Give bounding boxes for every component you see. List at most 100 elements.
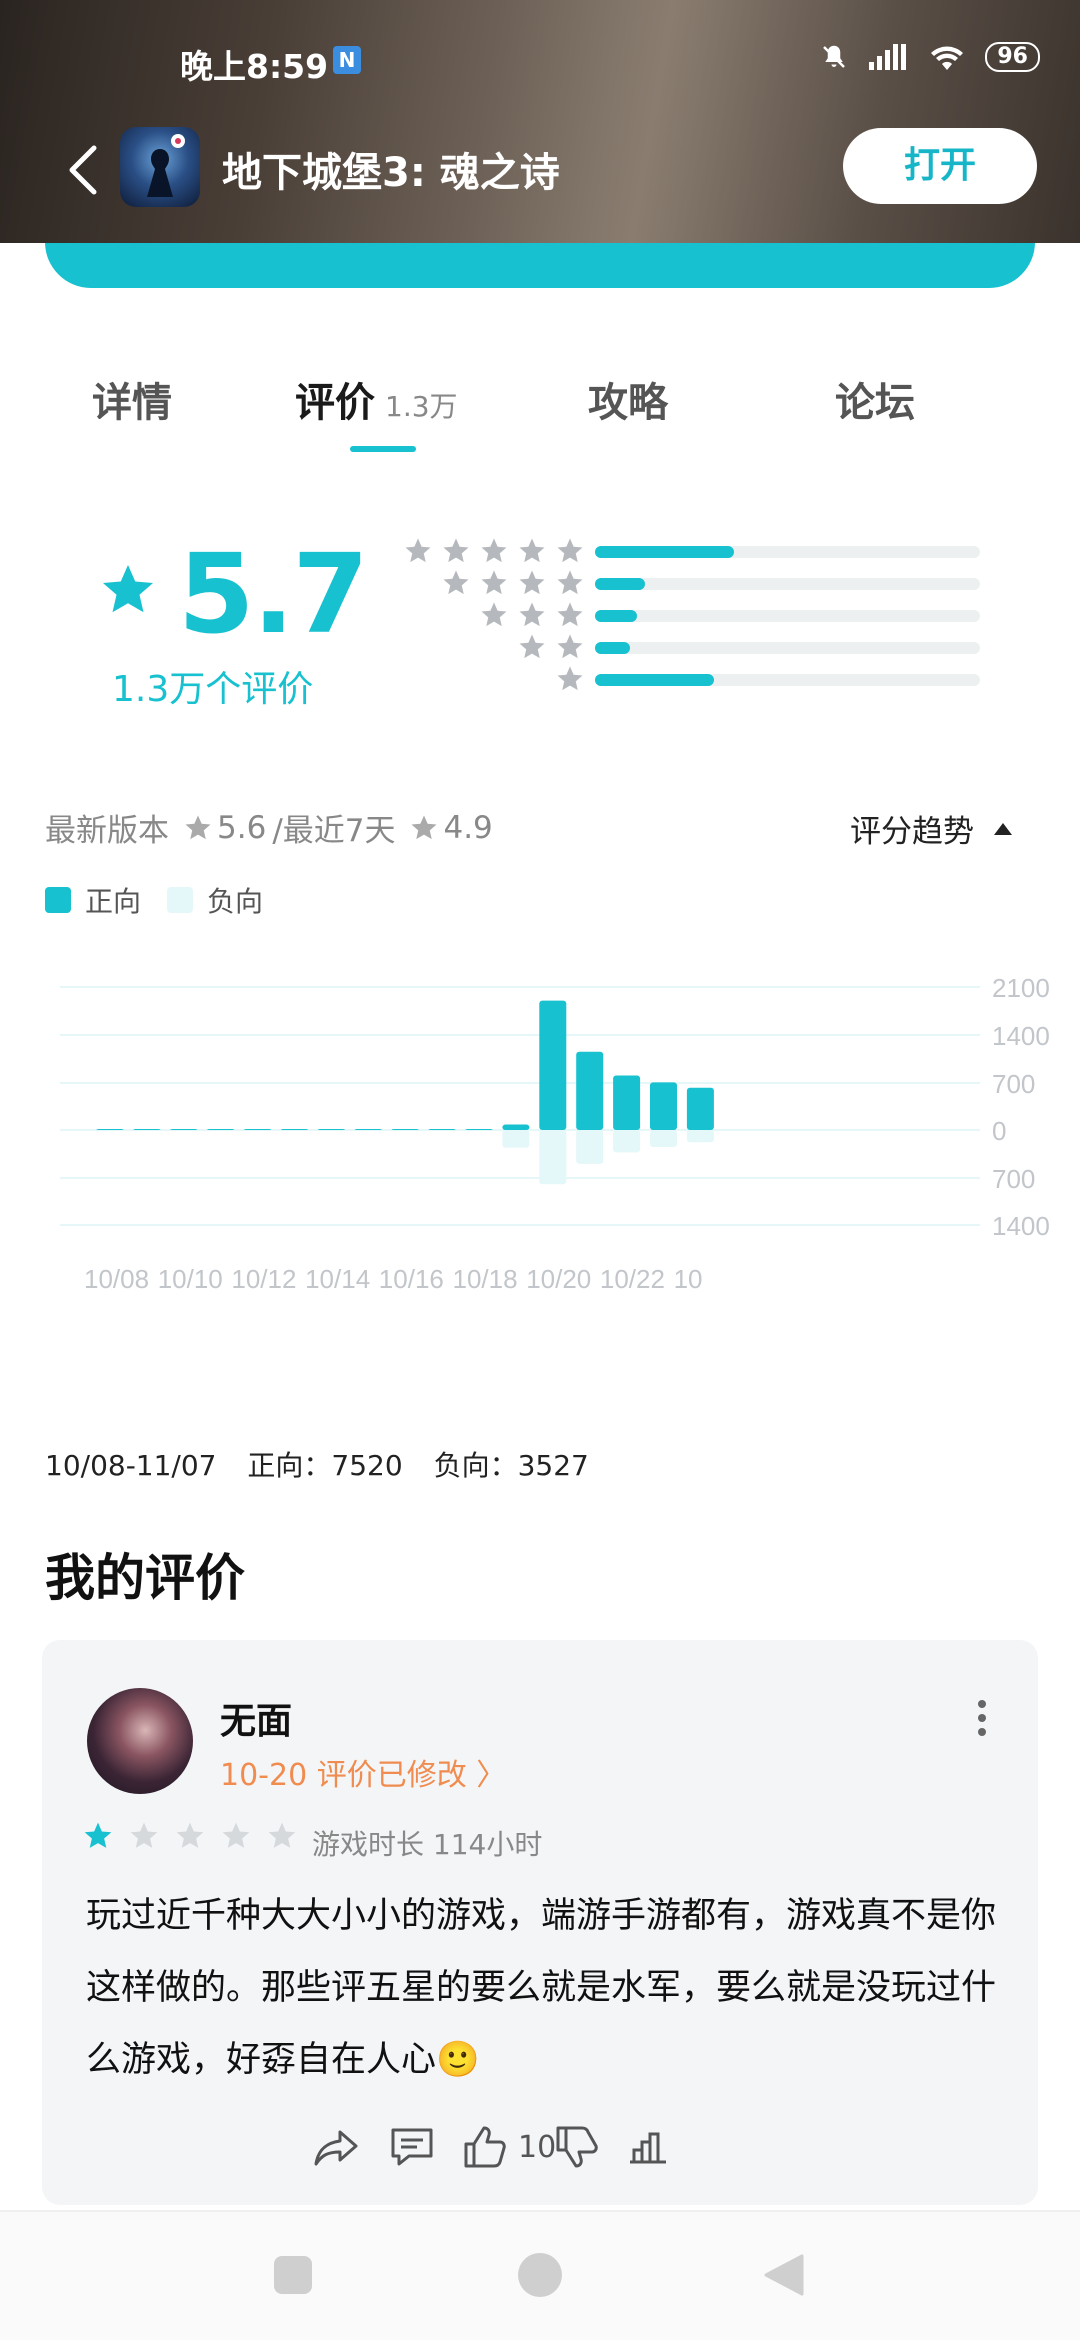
home-icon[interactable] <box>517 2252 563 2298</box>
bar-positive <box>281 1129 308 1130</box>
distribution-row-5 <box>390 538 990 563</box>
star-icon <box>519 538 545 563</box>
tab-reviews[interactable]: 评价 1.3万 <box>295 370 458 428</box>
empty-star-icon <box>176 1822 204 1848</box>
distribution-bar-fill <box>595 642 630 654</box>
star-icon <box>519 570 545 595</box>
distribution-bar-fill <box>595 674 715 686</box>
distribution-bar <box>595 546 980 558</box>
recent-label: /最近7天 <box>272 813 396 849</box>
rank-button[interactable] <box>622 2122 672 2172</box>
y-tick-label: 0 <box>992 1116 1006 1146</box>
mute-bell-icon <box>823 45 846 68</box>
star-icon <box>443 538 469 563</box>
thumbs-down-icon <box>556 2126 598 2168</box>
bar-positive <box>207 1129 235 1130</box>
system-nav-bar <box>0 2212 1080 2340</box>
star-icon <box>557 538 583 563</box>
rating-trend-chart: 2100 1400 700 0 700 1400 10/08 10/10 10/12 10/14 1… <box>0 950 1080 1410</box>
review-edit-note[interactable]: 10-20 评价已修改 〉 <box>220 1750 506 1794</box>
summary-line: 10/08-11/07 正向：7520 负向：3527 <box>45 1444 611 1484</box>
bar-positive <box>170 1129 198 1130</box>
user-name[interactable]: 无面 <box>220 1692 292 1744</box>
share-button[interactable] <box>312 2122 362 2172</box>
battery-indicator: 96 <box>985 42 1040 72</box>
bar-positive <box>96 1129 124 1130</box>
bar-chart-icon <box>630 2132 666 2164</box>
bar-negative <box>502 1130 530 1148</box>
bar-negative <box>207 1130 235 1131</box>
bar-negative <box>686 1130 714 1143</box>
distribution-bar <box>595 642 980 654</box>
bar-negative <box>317 1130 345 1131</box>
summary-range: 10/08-11/07 <box>45 1449 217 1482</box>
star-icon <box>103 565 153 613</box>
bar-positive <box>539 1000 567 1130</box>
y-tick-label: 1400 <box>992 1021 1050 1051</box>
like-count: 10 <box>518 2129 557 2165</box>
bar-negative <box>244 1130 272 1131</box>
collapse-triangle-icon <box>994 822 1012 835</box>
rating-trend-toggle[interactable]: 评分趋势 <box>850 806 1012 851</box>
bar-positive <box>428 1129 456 1130</box>
empty-star-icon <box>222 1822 250 1848</box>
bar-negative <box>354 1130 382 1131</box>
bar-positive <box>613 1075 641 1130</box>
distribution-bar-fill <box>595 578 646 590</box>
distribution-bar <box>595 610 980 622</box>
back-triangle-icon[interactable] <box>762 2254 804 2296</box>
recents-icon[interactable] <box>272 2254 314 2296</box>
bar-positive <box>686 1087 714 1130</box>
version-rating-line: 最新版本 5.6 /最近7天 4.9 <box>45 805 493 850</box>
star-icon <box>557 570 583 595</box>
app-title: 地下城堡3: 魂之诗 <box>222 150 560 196</box>
distribution-row-1 <box>390 666 990 691</box>
filled-star-icon <box>84 1822 112 1848</box>
app-icon <box>120 127 200 207</box>
distribution-row-2 <box>390 634 990 659</box>
dislike-button[interactable] <box>552 2122 602 2172</box>
y-tick-label: 700 <box>992 1069 1035 1099</box>
notification-badge-icon: N <box>333 46 361 74</box>
summary-positive: 正向：7520 <box>247 1449 403 1482</box>
tab-details[interactable]: 详情 <box>92 370 172 428</box>
x-tick-label: 10 <box>674 1264 703 1294</box>
bar-negative <box>133 1130 161 1131</box>
more-options-icon[interactable] <box>972 1700 992 1750</box>
x-tick-label: 10/14 <box>305 1264 370 1294</box>
bar-positive <box>650 1082 677 1130</box>
rating-summary: 5.7 1.3万个评价 <box>0 520 1080 720</box>
like-button[interactable]: 10 <box>460 2122 556 2172</box>
distribution-bar-fill <box>595 546 734 558</box>
share-icon <box>314 2130 358 2166</box>
app-bar: 地下城堡3: 魂之诗 打开 <box>0 120 1080 220</box>
status-icons: 96 <box>819 42 1040 72</box>
bar-negative <box>281 1130 308 1131</box>
review-actions: 10 <box>42 2110 1038 2180</box>
legend-positive: 正向 <box>45 880 141 920</box>
avatar[interactable] <box>87 1688 193 1794</box>
back-arrow-icon[interactable] <box>58 140 108 200</box>
star-icon <box>557 602 583 627</box>
game-art-icon <box>147 134 185 197</box>
my-review-card[interactable]: 无面 10-20 评价已修改 〉 游戏时长 114小时 玩过近千种大大小小的游戏… <box>42 1640 1038 2205</box>
tab-bar: 详情 评价 1.3万 攻略 论坛 <box>0 360 1080 452</box>
bar-negative <box>576 1130 604 1164</box>
wifi-icon <box>931 46 964 70</box>
comment-button[interactable] <box>387 2122 437 2172</box>
bar-positive <box>391 1129 419 1130</box>
signal-icon <box>869 44 907 70</box>
y-tick-label: 700 <box>992 1164 1035 1194</box>
tab-forum[interactable]: 论坛 <box>835 370 915 428</box>
status-bar: 晚上8:59 N 96 <box>0 0 1080 120</box>
star-icon <box>481 602 507 627</box>
y-tick-label: 2100 <box>992 973 1050 1003</box>
active-tab-indicator <box>350 446 416 452</box>
tab-reviews-count: 1.3万 <box>385 390 458 423</box>
empty-star-icon <box>268 1822 296 1848</box>
star-icon <box>557 666 583 691</box>
open-button[interactable]: 打开 <box>843 128 1037 204</box>
star-icon <box>185 815 211 839</box>
star-icon <box>411 815 437 839</box>
tab-guides[interactable]: 攻略 <box>588 370 668 428</box>
